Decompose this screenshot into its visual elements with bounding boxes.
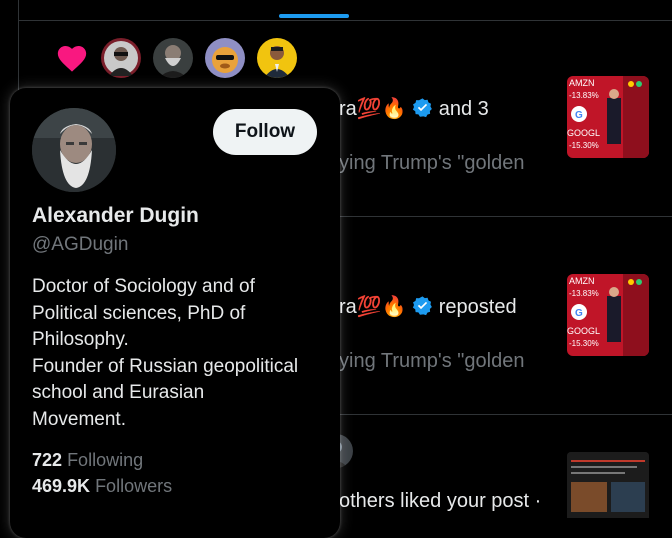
notification-3-text[interactable]: others liked your post · <box>339 490 541 513</box>
profile-name[interactable]: Alexander Dugin <box>32 204 199 228</box>
followers-label: Followers <box>95 476 173 496</box>
thumb-label: AMZN <box>569 78 595 88</box>
avatar[interactable] <box>101 38 141 78</box>
avatar[interactable] <box>153 38 193 78</box>
svg-text:G: G <box>575 110 583 121</box>
bio-line: school and Eurasian <box>32 382 205 403</box>
following-label: Following <box>67 450 144 470</box>
profile-bio: Doctor of Sociology and of Political sci… <box>32 274 324 433</box>
reaction-avatar-row <box>55 38 297 78</box>
thumb-label: -15.30% <box>569 141 599 150</box>
follow-button[interactable]: Follow <box>213 109 317 155</box>
bio-line: Political sciences, PhD of <box>32 302 246 324</box>
thumb-label: -15.30% <box>569 339 599 348</box>
notification-2-thumbnail[interactable]: AMZN -13.83% G GOOGL -15.30% <box>567 274 649 356</box>
notification-1-thumbnail[interactable]: AMZN -13.83% G GOOGL -15.30% <box>567 76 649 158</box>
thumb-label: -13.83% <box>569 91 599 100</box>
thumb-label: -13.83% <box>569 289 599 298</box>
svg-text:G: G <box>575 308 583 319</box>
bio-line: Founder of Russian geopolitical <box>32 355 299 377</box>
notification-1-preview[interactable]: ying Trump's "golden <box>339 152 524 175</box>
verified-badge-icon <box>413 98 433 118</box>
profile-avatar[interactable] <box>32 108 116 192</box>
following-link[interactable]: 722 Following <box>32 450 143 471</box>
notification-1-actor[interactable]: ra💯🔥 and 3 <box>339 96 489 121</box>
heart-icon <box>57 45 87 72</box>
thumb-label: GOOGL <box>567 326 600 336</box>
notification-2-preview[interactable]: ying Trump's "golden <box>339 350 524 373</box>
verified-badge-icon <box>413 296 433 316</box>
avatar[interactable] <box>205 38 245 78</box>
header-divider <box>19 20 672 21</box>
thumb-label: GOOGL <box>567 128 600 138</box>
thumb-label: AMZN <box>569 276 595 286</box>
notification-2-actor[interactable]: ra💯🔥 reposted <box>339 294 517 319</box>
profile-handle[interactable]: @AGDugin <box>32 234 128 256</box>
avatar[interactable] <box>257 38 297 78</box>
profile-hovercard: Follow Alexander Dugin @AGDugin Doctor o… <box>10 88 340 538</box>
followers-count: 469.9K <box>32 476 91 496</box>
bio-line: Doctor of Sociology and of <box>32 276 255 297</box>
bio-line: Movement. <box>32 408 126 430</box>
bio-line: Philosophy. <box>32 329 129 350</box>
notification-3-thumbnail[interactable] <box>567 452 649 518</box>
followers-link[interactable]: 469.9K Followers <box>32 476 172 497</box>
active-tab-indicator <box>279 14 349 18</box>
following-count: 722 <box>32 450 63 470</box>
